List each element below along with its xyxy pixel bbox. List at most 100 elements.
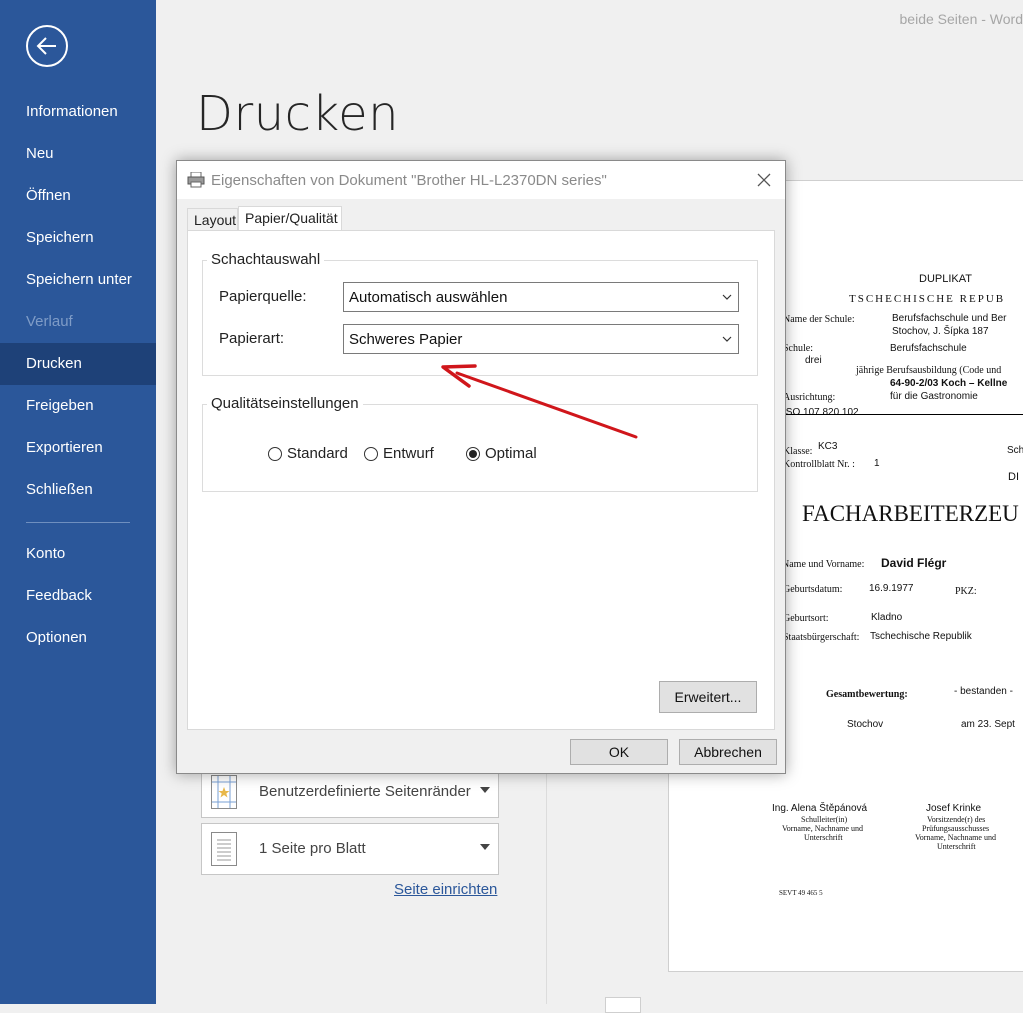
quality-settings-title: Qualitätseinstellungen xyxy=(207,395,363,412)
tab-panel: Schachtauswahl Papierquelle: Automatisch… xyxy=(187,230,775,730)
printer-icon xyxy=(187,172,205,188)
preview-text: Kontrollblatt Nr. : xyxy=(783,459,855,470)
preview-text: Sch xyxy=(1007,445,1023,456)
radio-label: Entwurf xyxy=(383,445,434,462)
nav-item-speichern-unter[interactable]: Speichern unter xyxy=(0,259,156,301)
preview-text: SEVT 49 465 5 xyxy=(779,889,823,897)
preview-text: Schulleiter(in) xyxy=(801,815,848,824)
window-title: beide Seiten - Word xyxy=(899,11,1023,27)
preview-text: Geburtsort: xyxy=(783,613,829,624)
nav-item-exportieren[interactable]: Exportieren xyxy=(0,427,156,469)
preview-text: drei xyxy=(805,355,822,366)
tab-papier-qualitaet[interactable]: Papier/Qualität xyxy=(238,206,342,230)
nav-item-informationen[interactable]: Informationen xyxy=(0,91,156,133)
preview-text: Unterschrift xyxy=(937,842,976,851)
media-type-label: Papierart: xyxy=(219,330,285,347)
nav-item-konto[interactable]: Konto xyxy=(0,533,156,575)
chevron-down-icon xyxy=(722,294,732,300)
paper-source-value: Automatisch auswählen xyxy=(349,289,508,306)
chevron-down-icon xyxy=(480,844,490,850)
preview-text: 1 xyxy=(874,458,880,469)
media-type-select[interactable]: Schweres Papier xyxy=(343,324,739,354)
radio-optimal[interactable]: Optimal xyxy=(466,445,537,462)
preview-text: Name der Schule: xyxy=(783,314,855,325)
preview-text: TSCHECHISCHE REPUB xyxy=(849,293,1006,305)
paper-source-select[interactable]: Automatisch auswählen xyxy=(343,282,739,312)
nav-item-schliessen[interactable]: Schließen xyxy=(0,469,156,511)
paper-source-label: Papierquelle: xyxy=(219,288,307,305)
chevron-down-icon xyxy=(480,787,490,793)
printer-properties-dialog: Eigenschaften von Dokument "Brother HL-L… xyxy=(176,160,786,774)
dialog-titlebar[interactable]: Eigenschaften von Dokument "Brother HL-L… xyxy=(177,161,785,199)
media-type-value: Schweres Papier xyxy=(349,331,463,348)
nav-item-oeffnen[interactable]: Öffnen xyxy=(0,175,156,217)
radio-entwurf[interactable]: Entwurf xyxy=(364,445,434,462)
nav-item-neu[interactable]: Neu xyxy=(0,133,156,175)
preview-rule xyxy=(785,414,1023,415)
page-title: Drucken xyxy=(196,86,400,142)
preview-text: Staatsbürgerschaft: xyxy=(783,632,860,643)
radio-standard[interactable]: Standard xyxy=(268,445,348,462)
nav-item-speichern[interactable]: Speichern xyxy=(0,217,156,259)
preview-text: Vorname, Nachname und xyxy=(782,824,863,833)
preview-text: Name und Vorname: xyxy=(782,559,865,570)
preview-text: Stochov xyxy=(847,719,884,730)
cancel-button[interactable]: Abbrechen xyxy=(679,739,777,765)
radio-circle-selected xyxy=(466,446,480,461)
preview-text: 64-90-2/03 Koch – Kellne xyxy=(890,378,1008,389)
preview-text: DI xyxy=(1008,471,1019,483)
preview-text: am 23. Sept xyxy=(961,719,1015,730)
preview-text: für die Gastronomie xyxy=(890,391,978,402)
preview-text: Geburtsdatum: xyxy=(783,584,843,595)
back-button[interactable] xyxy=(26,25,68,67)
close-button[interactable] xyxy=(753,169,775,191)
preview-text: Berufsfachschule und Ber xyxy=(892,313,1007,324)
pages-per-sheet-label: 1 Seite pro Blatt xyxy=(259,840,366,857)
nav-item-drucken[interactable]: Drucken xyxy=(0,343,156,385)
preview-text: 16.9.1977 xyxy=(869,583,914,594)
tray-selection-title: Schachtauswahl xyxy=(207,251,325,268)
preview-text: Josef Krinke xyxy=(926,803,982,814)
page-setup-link[interactable]: Seite einrichten xyxy=(394,881,497,898)
preview-text: - bestanden - xyxy=(954,686,1013,697)
preview-text: PKZ: xyxy=(955,586,977,597)
preview-text: David Flégr xyxy=(881,556,947,570)
sidebar-divider xyxy=(26,522,130,523)
preview-text: Ausrichtung: xyxy=(783,392,836,403)
nav-item-verlauf: Verlauf xyxy=(26,313,73,330)
preview-text: jährige Berufsausbildung (Code und xyxy=(856,365,1002,376)
advanced-button[interactable]: Erweitert... xyxy=(659,681,757,713)
nav-item-freigeben[interactable]: Freigeben xyxy=(0,385,156,427)
pages-per-sheet-dropdown[interactable]: 1 Seite pro Blatt xyxy=(201,823,499,875)
chevron-down-icon xyxy=(722,336,732,342)
radio-circle xyxy=(268,446,282,461)
preview-heading: FACHARBEITERZEU xyxy=(802,501,1019,526)
margins-icon xyxy=(211,775,237,809)
dialog-title: Eigenschaften von Dokument "Brother HL-L… xyxy=(211,172,607,189)
tab-layout[interactable]: Layout xyxy=(187,208,238,230)
page-number-box[interactable] xyxy=(605,997,641,1013)
preview-text: Klasse: xyxy=(783,446,813,457)
preview-text: Vorsitzende(r) des xyxy=(927,815,986,824)
backstage-sidebar: Informationen Neu Öffnen Speichern Speic… xyxy=(0,0,156,1004)
preview-text: Gesamtbewertung: xyxy=(826,689,908,700)
page-icon xyxy=(211,832,237,866)
nav-item-feedback[interactable]: Feedback xyxy=(0,575,156,617)
preview-text: KC3 xyxy=(818,441,838,452)
preview-text: Stochov, J. Šípka 187 xyxy=(892,326,989,337)
preview-text: Kladno xyxy=(871,612,903,623)
preview-text: DUPLIKAT xyxy=(919,273,972,285)
nav-item-optionen[interactable]: Optionen xyxy=(0,617,156,659)
preview-text: Prüfungsausschusses xyxy=(922,824,990,833)
radio-circle xyxy=(364,446,378,461)
preview-text: Ing. Alena Štěpánová xyxy=(772,803,868,814)
back-arrow-icon xyxy=(36,37,56,55)
preview-text: Tschechische Republik xyxy=(870,631,972,642)
preview-text: Schule: xyxy=(783,343,813,354)
radio-label: Optimal xyxy=(485,445,537,462)
preview-text: Vorname, Nachname und xyxy=(915,833,996,842)
margins-label: Benutzerdefinierte Seitenränder xyxy=(259,783,471,800)
preview-text: ISO 107 820 102 xyxy=(783,407,859,418)
ok-button[interactable]: OK xyxy=(570,739,668,765)
radio-label: Standard xyxy=(287,445,348,462)
